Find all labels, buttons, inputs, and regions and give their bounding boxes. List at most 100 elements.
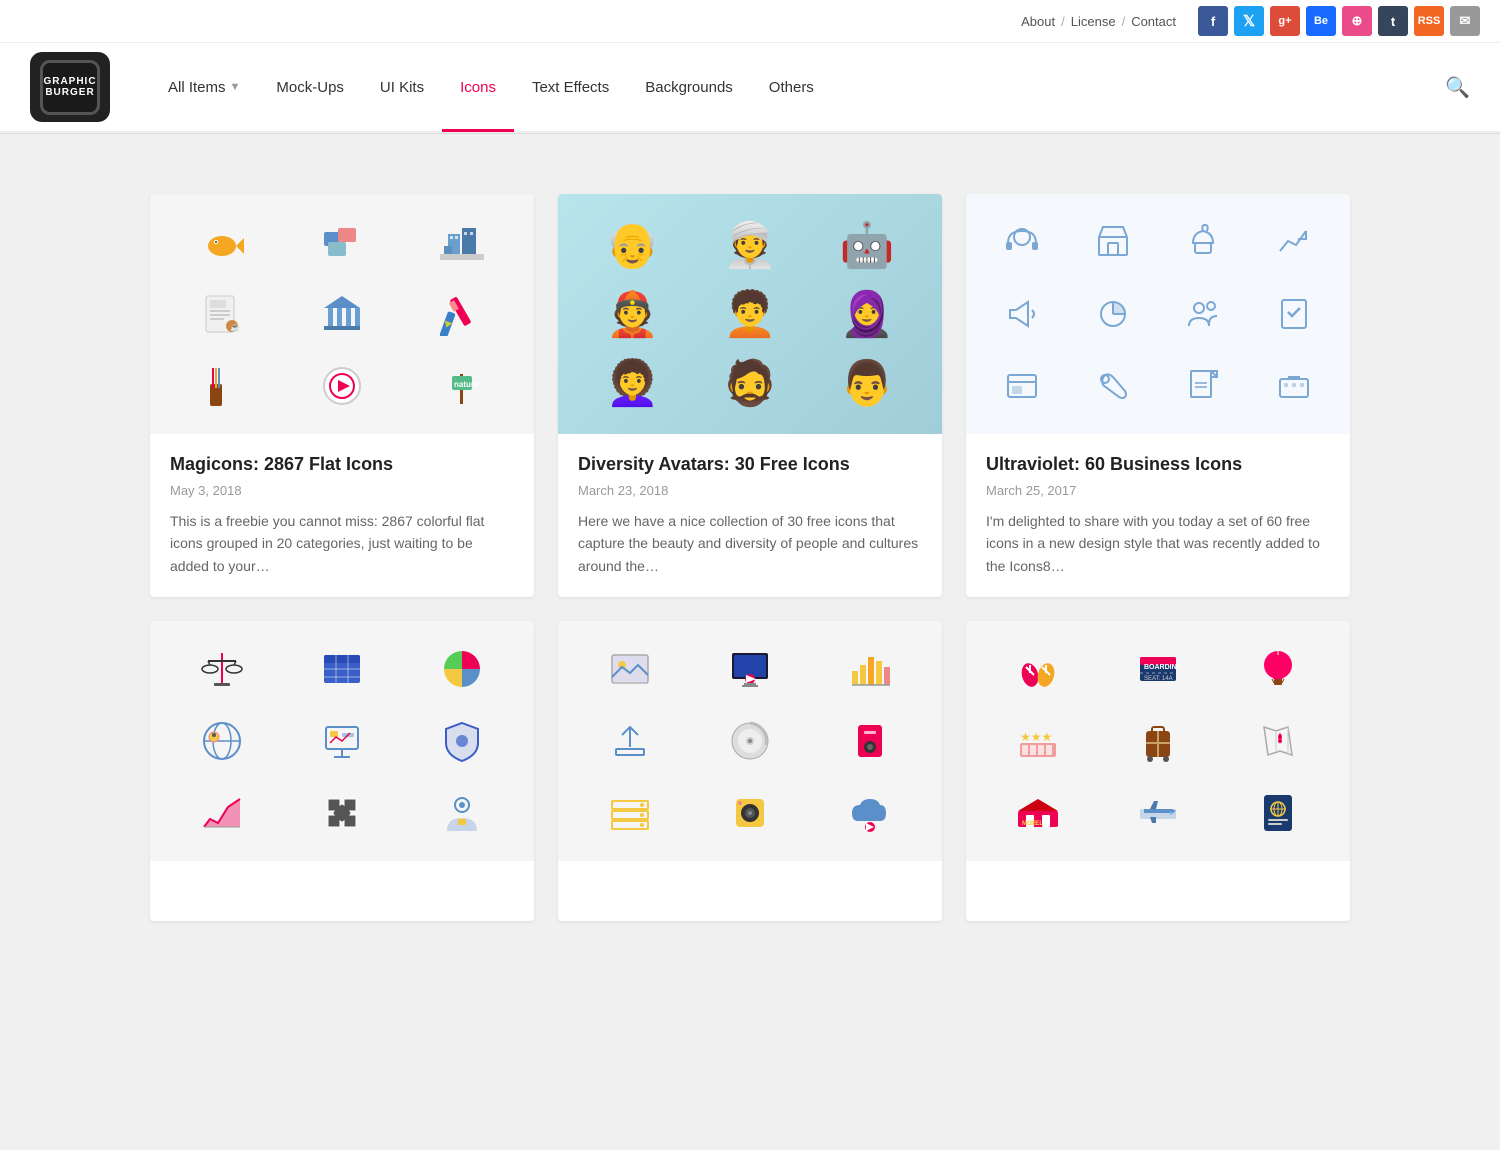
nav-others[interactable]: Others — [751, 42, 832, 132]
avatar-5: 🧑‍🦱 — [695, 283, 804, 344]
uv-icon-pie — [1071, 281, 1156, 348]
dropdown-arrow: ▼ — [230, 81, 241, 93]
logo-burger: BURGER — [45, 87, 94, 98]
license-link[interactable]: License — [1071, 14, 1116, 29]
card-1-image: ☕ — [150, 194, 534, 434]
card-4-body — [150, 861, 534, 921]
card-2-title: Diversity Avatars: 30 Free Icons — [578, 454, 922, 475]
card-ultraviolet: Ultraviolet: 60 Business Icons March 25,… — [966, 194, 1350, 597]
email-icon[interactable]: ✉ — [1450, 6, 1480, 36]
card-media — [558, 621, 942, 921]
card-business — [150, 621, 534, 921]
main-content: ☕ — [130, 164, 1370, 951]
card-1-date: May 3, 2018 — [170, 483, 514, 498]
avatar-6: 🧕 — [813, 283, 922, 344]
uv-icon-chart — [1252, 208, 1337, 275]
m-icon-barchart — [814, 637, 926, 701]
nav-text-effects[interactable]: Text Effects — [514, 42, 627, 132]
card-3-date: March 25, 2017 — [986, 483, 1330, 498]
card-2-body: Diversity Avatars: 30 Free Icons March 2… — [558, 434, 942, 597]
card-5-icon-grid — [558, 621, 942, 861]
m-icon-speaker — [694, 781, 806, 845]
card-3-body: Ultraviolet: 60 Business Icons March 25,… — [966, 434, 1350, 597]
card-grid: ☕ — [150, 194, 1350, 921]
main-nav: All Items ▼ Mock-Ups UI Kits Icons Text … — [150, 42, 1445, 132]
m-icon-cloud — [814, 781, 926, 845]
uv-icon-typewriter — [1252, 353, 1337, 420]
m-icon-upload — [574, 709, 686, 773]
icon-newspaper: ☕ — [166, 282, 278, 346]
avatar-9: 👨 — [813, 353, 922, 414]
search-icon[interactable]: 🔍 — [1445, 75, 1470, 100]
header: GRAPHIC BURGER All Items ▼ Mock-Ups UI K… — [0, 43, 1500, 133]
b-icon-puzzle — [286, 781, 398, 845]
t-icon-plane — [1102, 781, 1214, 845]
facebook-icon[interactable]: f — [1198, 6, 1228, 36]
icon-pencilpen — [406, 282, 518, 346]
card-5-image — [558, 621, 942, 861]
t-icon-stars: ★★★ — [982, 709, 1094, 773]
avatar-3: 🤖 — [813, 214, 922, 275]
sep-1: / — [1061, 14, 1065, 29]
icon-colorbox — [286, 210, 398, 274]
card-1-desc: This is a freebie you cannot miss: 2867 … — [170, 510, 514, 577]
svg-text:SEAT: 14A: SEAT: 14A — [1144, 676, 1173, 682]
top-bar-links: About / License / Contact — [1021, 14, 1176, 29]
icon-playclock — [286, 354, 398, 418]
card-4-icon-grid — [150, 621, 534, 861]
card-4-image — [150, 621, 534, 861]
t-icon-map — [1222, 709, 1334, 773]
about-link[interactable]: About — [1021, 14, 1055, 29]
behance-icon[interactable]: Be — [1306, 6, 1336, 36]
nav-mockups[interactable]: Mock-Ups — [258, 42, 362, 132]
b-icon-scale — [166, 637, 278, 701]
card-5-body — [558, 861, 942, 921]
card-3-title: Ultraviolet: 60 Business Icons — [986, 454, 1330, 475]
b-icon-shield — [406, 709, 518, 773]
uv-icon-browser — [980, 353, 1065, 420]
nav-all-items[interactable]: All Items ▼ — [150, 42, 258, 132]
card-2-date: March 23, 2018 — [578, 483, 922, 498]
card-1-body: Magicons: 2867 Flat Icons May 3, 2018 Th… — [150, 434, 534, 597]
nav-backgrounds[interactable]: Backgrounds — [627, 42, 751, 132]
avatar-7: 👩‍🦱 — [578, 353, 687, 414]
nav-uikits[interactable]: UI Kits — [362, 42, 442, 132]
card-2-icon-grid: 👴 👳 🤖 👲 🧑‍🦱 🧕 👩‍🦱 🧔 👨 — [558, 194, 942, 434]
t-icon-boarding: BOARDING SEAT: 14A — [1102, 637, 1214, 701]
contact-link[interactable]: Contact — [1131, 14, 1176, 29]
card-2-desc: Here we have a nice collection of 30 fre… — [578, 510, 922, 577]
b-icon-areachart — [166, 781, 278, 845]
svg-text:★★★: ★★★ — [1020, 730, 1052, 744]
header-divider — [0, 133, 1500, 134]
tumblr-icon[interactable]: t — [1378, 6, 1408, 36]
svg-text:66: 66 — [1030, 821, 1037, 827]
t-icon-balloon — [1222, 637, 1334, 701]
twitter-icon[interactable]: 𝕏 — [1234, 6, 1264, 36]
icon-bank — [286, 282, 398, 346]
uv-icon-team — [1161, 281, 1246, 348]
card-1-title: Magicons: 2867 Flat Icons — [170, 454, 514, 475]
googleplus-icon[interactable]: g+ — [1270, 6, 1300, 36]
top-bar: About / License / Contact f 𝕏 g+ Be ⊕ t … — [0, 0, 1500, 43]
t-icon-flipflops — [982, 637, 1094, 701]
b-icon-globe — [166, 709, 278, 773]
uv-icon-cupcake — [1161, 208, 1246, 275]
card-1-icon-grid: ☕ — [150, 194, 534, 434]
card-6-icon-grid: BOARDING SEAT: 14A — [966, 621, 1350, 861]
nav-icons[interactable]: Icons — [442, 42, 514, 132]
social-icons: f 𝕏 g+ Be ⊕ t RSS ✉ — [1198, 6, 1480, 36]
m-icon-cd — [694, 709, 806, 773]
logo[interactable]: GRAPHIC BURGER — [30, 52, 110, 122]
t-icon-passport — [1222, 781, 1334, 845]
card-avatars: 👴 👳 🤖 👲 🧑‍🦱 🧕 👩‍🦱 🧔 👨 Diversity Avatars:… — [558, 194, 942, 597]
dribbble-icon[interactable]: ⊕ — [1342, 6, 1372, 36]
icon-pencilcase — [166, 354, 278, 418]
uv-icon-store — [1071, 208, 1156, 275]
avatar-8: 🧔 — [695, 353, 804, 414]
uv-icon-document — [1161, 353, 1246, 420]
uv-icon-headset — [980, 208, 1065, 275]
m-icon-storage — [574, 781, 686, 845]
avatar-1: 👴 — [578, 214, 687, 275]
card-2-image: 👴 👳 🤖 👲 🧑‍🦱 🧕 👩‍🦱 🧔 👨 — [558, 194, 942, 434]
rss-icon[interactable]: RSS — [1414, 6, 1444, 36]
